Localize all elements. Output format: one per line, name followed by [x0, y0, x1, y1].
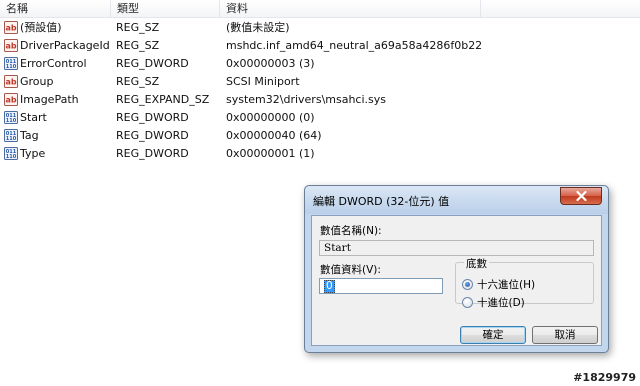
svg-text:110: 110	[6, 64, 17, 70]
value-data: 0x00000001 (1)	[226, 147, 315, 160]
value-type: REG_DWORD	[116, 111, 189, 124]
value-name: DriverPackageId	[20, 39, 110, 52]
radio-decimal-label: 十進位(D)	[477, 297, 525, 309]
registry-value-row[interactable]: 011 110 Type REG_DWORD 0x00000001 (1)	[0, 145, 640, 163]
radio-hexadecimal-button[interactable]	[462, 279, 473, 290]
registry-value-row[interactable]: 011 110 Start REG_DWORD 0x00000000 (0)	[0, 109, 640, 127]
dialog-body: 數值名稱(N): Start 數值資料(V): 0 底數 十六進位(H) 十進位…	[311, 215, 602, 346]
registry-value-row[interactable]: ab ImagePath REG_EXPAND_SZ system32\driv…	[0, 91, 640, 109]
value-name: ImagePath	[20, 93, 79, 106]
value-data: mshdc.inf_amd64_neutral_a69a58a4286f0b22	[226, 39, 483, 52]
value-type: REG_SZ	[116, 39, 160, 52]
value-name-field[interactable]: Start	[319, 240, 594, 256]
value-data: 0x00000040 (64)	[226, 129, 322, 142]
value-name: Type	[20, 147, 46, 160]
svg-text:ab: ab	[5, 24, 16, 33]
svg-text:110: 110	[6, 136, 17, 142]
binary-value-icon: 011110	[4, 57, 18, 70]
value-data-label: 數值資料(V):	[320, 264, 381, 276]
value-type: REG_DWORD	[116, 147, 189, 160]
value-name-label: 數值名稱(N):	[320, 225, 382, 237]
radio-decimal-button[interactable]	[462, 297, 473, 308]
string-value-icon: ab	[4, 21, 18, 34]
registry-value-row[interactable]: ab (預設值) REG_SZ (數值未設定)	[0, 19, 640, 37]
base-label: 底數	[464, 256, 489, 271]
value-type: REG_EXPAND_SZ	[116, 93, 210, 106]
value-data: system32\drivers\msahci.sys	[226, 93, 386, 106]
value-data-text: 0	[324, 280, 335, 293]
value-name: Tag	[20, 129, 39, 142]
value-data-input[interactable]: 0	[319, 278, 443, 294]
registry-editor-window: 名稱 類型 資料 ab (預設值) REG_SZ (數值未設定) ab Driv…	[0, 0, 640, 386]
column-header-name[interactable]: 名稱	[0, 0, 111, 17]
svg-text:ab: ab	[5, 96, 16, 105]
registry-value-row[interactable]: 011 110 Tag REG_DWORD 0x00000040 (64)	[0, 127, 640, 145]
list-header: 名稱 類型 資料	[0, 0, 640, 18]
binary-value-icon: 011110	[4, 147, 18, 160]
value-type: REG_DWORD	[116, 57, 189, 70]
dialog-titlebar[interactable]: 編輯 DWORD (32-位元) 值	[305, 186, 608, 214]
binary-value-icon: 011110	[4, 111, 18, 124]
value-data: (數值未設定)	[226, 21, 290, 34]
svg-text:ab: ab	[5, 78, 16, 87]
edit-dword-dialog: 編輯 DWORD (32-位元) 值 數值名稱(N): Start 數值資料(V…	[304, 185, 609, 353]
ok-button[interactable]: 確定	[460, 326, 526, 344]
value-data: SCSI Miniport	[226, 75, 300, 88]
string-value-icon: ab	[4, 75, 18, 88]
value-name: Group	[20, 75, 54, 88]
registry-value-row[interactable]: ab DriverPackageId REG_SZ mshdc.inf_amd6…	[0, 37, 640, 55]
svg-text:ab: ab	[5, 42, 16, 51]
value-name: (預設值)	[20, 21, 62, 34]
registry-value-row[interactable]: 011 110 ErrorControl REG_DWORD 0x00000003…	[0, 55, 640, 73]
binary-value-icon: 011110	[4, 129, 18, 142]
value-data: 0x00000000 (0)	[226, 111, 315, 124]
registry-value-row[interactable]: ab Group REG_SZ SCSI Miniport	[0, 73, 640, 91]
value-type: REG_SZ	[116, 21, 160, 34]
string-value-icon: ab	[4, 39, 18, 52]
dialog-title: 編輯 DWORD (32-位元) 值	[313, 195, 450, 208]
radio-hexadecimal-label: 十六進位(H)	[477, 279, 536, 291]
value-name: ErrorControl	[20, 57, 87, 70]
svg-text:110: 110	[6, 118, 17, 124]
string-value-icon: ab	[4, 93, 18, 106]
svg-text:110: 110	[6, 154, 17, 160]
close-button[interactable]	[560, 187, 602, 205]
value-data: 0x00000003 (3)	[226, 57, 315, 70]
cancel-button[interactable]: 取消	[532, 326, 598, 344]
column-header-data[interactable]: 資料	[220, 0, 481, 17]
watermark-text: #1829979	[573, 371, 636, 384]
value-type: REG_SZ	[116, 75, 160, 88]
close-icon	[576, 191, 587, 201]
value-type: REG_DWORD	[116, 129, 189, 142]
value-name: Start	[20, 111, 47, 124]
column-header-type[interactable]: 類型	[111, 0, 220, 17]
